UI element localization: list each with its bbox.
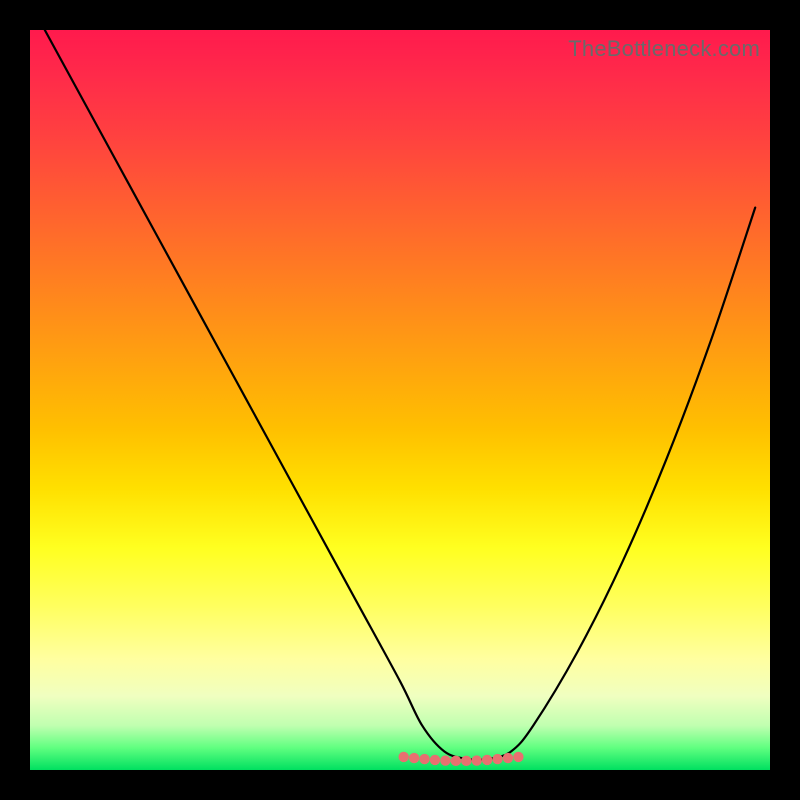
- chart-curve: [30, 30, 770, 770]
- chart-container: TheBottleneck.com: [0, 0, 800, 800]
- plot-area: TheBottleneck.com: [30, 30, 770, 770]
